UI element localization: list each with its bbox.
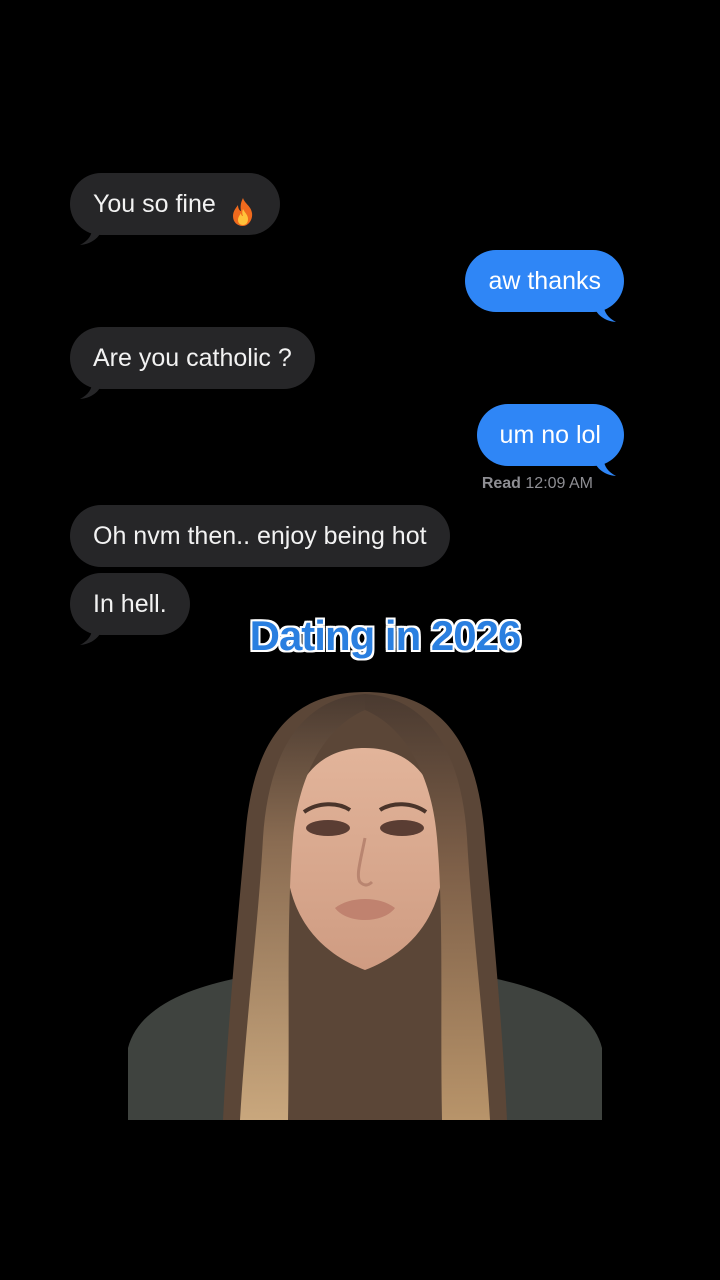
bubble-tail	[80, 383, 102, 399]
outgoing-message-bubble: um no lol	[476, 404, 624, 466]
incoming-message-bubble: Are you catholic ?	[70, 327, 315, 389]
incoming-message-bubble: Oh nvm then.. enjoy being hot	[70, 505, 450, 567]
bubble-tail	[80, 229, 102, 245]
message-text: um no lol	[499, 421, 601, 449]
read-receipt: Read 12:09 AM	[482, 475, 593, 493]
outgoing-message-bubble: aw thanks	[465, 250, 624, 312]
message-text: Oh nvm then.. enjoy being hot	[93, 522, 427, 550]
incoming-message-bubble: You so fine	[70, 173, 280, 235]
message-thread-screen: You so fine aw thanks Are you catholic ?…	[0, 0, 720, 1280]
video-caption-overlay: Dating in 2026	[249, 612, 522, 659]
message-text: aw thanks	[488, 267, 601, 295]
person-portrait-image	[128, 688, 602, 1120]
read-label: Read	[481, 475, 521, 492]
fire-emoji-icon	[229, 188, 257, 227]
message-text: Are you catholic ?	[93, 344, 292, 372]
bubble-tail	[594, 460, 616, 476]
bubble-tail	[594, 306, 616, 322]
message-text: You so fine	[93, 190, 216, 218]
read-time: 12:09 AM	[525, 475, 593, 492]
